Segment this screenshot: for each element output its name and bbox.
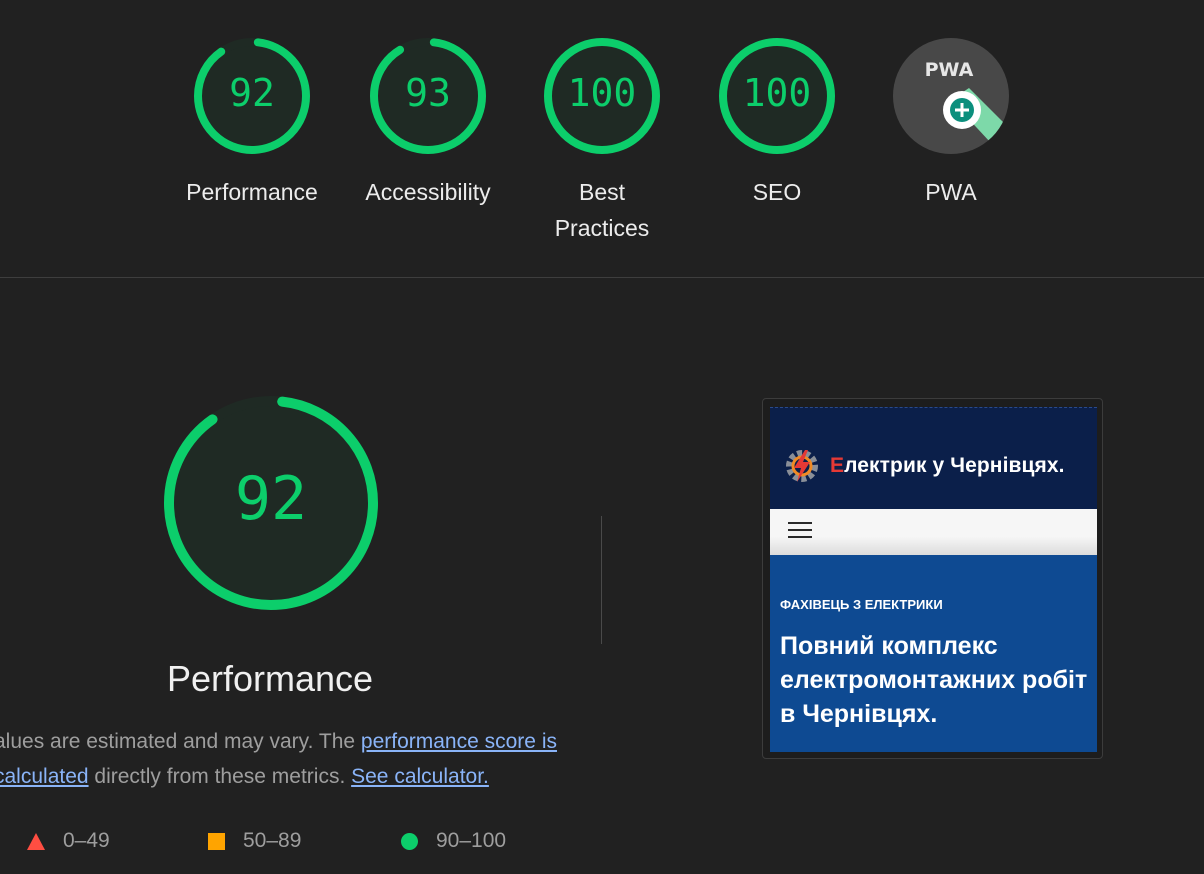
average-square-icon: [208, 832, 225, 850]
description-text: directly from these metrics.: [88, 765, 352, 788]
hero-headline: Повний комплекс електромонтажних робіт в…: [780, 632, 1088, 728]
legend-range: 90–100: [436, 829, 507, 852]
category-gauges: 92 Performance 93 Accessibility 100 Best…: [0, 0, 1204, 277]
site-name: Електрик у Чернівцях.: [830, 454, 1065, 478]
gauge-performance[interactable]: 92 Performance: [182, 36, 322, 210]
gauge-label: Best Practices: [554, 179, 650, 241]
gear-lightning-logo-icon: [786, 450, 818, 482]
pwa-badge-text: PWA: [925, 59, 974, 81]
gauge-seo[interactable]: 100 SEO: [707, 36, 847, 210]
gauge-score: 100: [567, 71, 637, 115]
performance-description: alues are estimated and may vary. The pe…: [0, 724, 584, 794]
gauge-label: Performance: [186, 179, 318, 205]
screenshot-viewport: Електрик у Чернівцях. ФАХІВЕЦЬ З ЕЛЕКТРИ…: [770, 407, 1097, 752]
legend-average: 50–89: [208, 826, 301, 856]
description-text: alues are estimated and may vary. The: [0, 730, 361, 753]
gauge-score: 93: [405, 71, 451, 115]
final-screenshot[interactable]: Електрик у Чернівцях. ФАХІВЕЦЬ З ЕЛЕКТРИ…: [762, 398, 1103, 759]
pass-circle-icon: [401, 832, 418, 850]
legend-range: 0–49: [63, 829, 110, 852]
hamburger-menu-icon: [788, 522, 812, 543]
performance-score: 92: [234, 464, 308, 534]
pwa-badge-icon: PWA: [893, 38, 1009, 154]
see-calculator-link[interactable]: See calculator.: [351, 765, 489, 788]
site-name-initial: Е: [830, 454, 845, 477]
gauge-label: Accessibility: [365, 179, 491, 205]
gauge-score: 100: [742, 71, 812, 115]
fail-triangle-icon: [27, 832, 45, 850]
site-name-rest: лектрик у Чернівцях.: [844, 454, 1065, 477]
gauge-best-practices[interactable]: 100 Best Practices: [532, 36, 672, 246]
site-hero: ФАХІВЕЦЬ З ЕЛЕКТРИКИ Повний комплекс еле…: [770, 555, 1097, 752]
site-nav-bar: [770, 509, 1097, 555]
gauge-label: PWA: [925, 179, 977, 205]
performance-title: Performance: [166, 658, 374, 699]
legend-pass: 90–100: [401, 826, 506, 856]
hero-kicker: ФАХІВЕЦЬ З ЕЛЕКТРИКИ: [780, 597, 943, 612]
legend-fail: 0–49: [27, 826, 110, 856]
gauge-accessibility[interactable]: 93 Accessibility: [358, 36, 498, 210]
gauge-score: 92: [229, 71, 275, 115]
legend-range: 50–89: [243, 829, 302, 852]
section-divider: [0, 277, 1204, 278]
performance-gauge-large: 92: [162, 394, 380, 612]
vertical-divider: [601, 516, 602, 644]
score-legend: 0–49 50–89 90–100: [0, 826, 600, 856]
site-header: Електрик у Чернівцях.: [770, 407, 1097, 509]
gauge-label: SEO: [752, 179, 802, 205]
gauge-pwa[interactable]: PWA PWA: [881, 36, 1021, 210]
